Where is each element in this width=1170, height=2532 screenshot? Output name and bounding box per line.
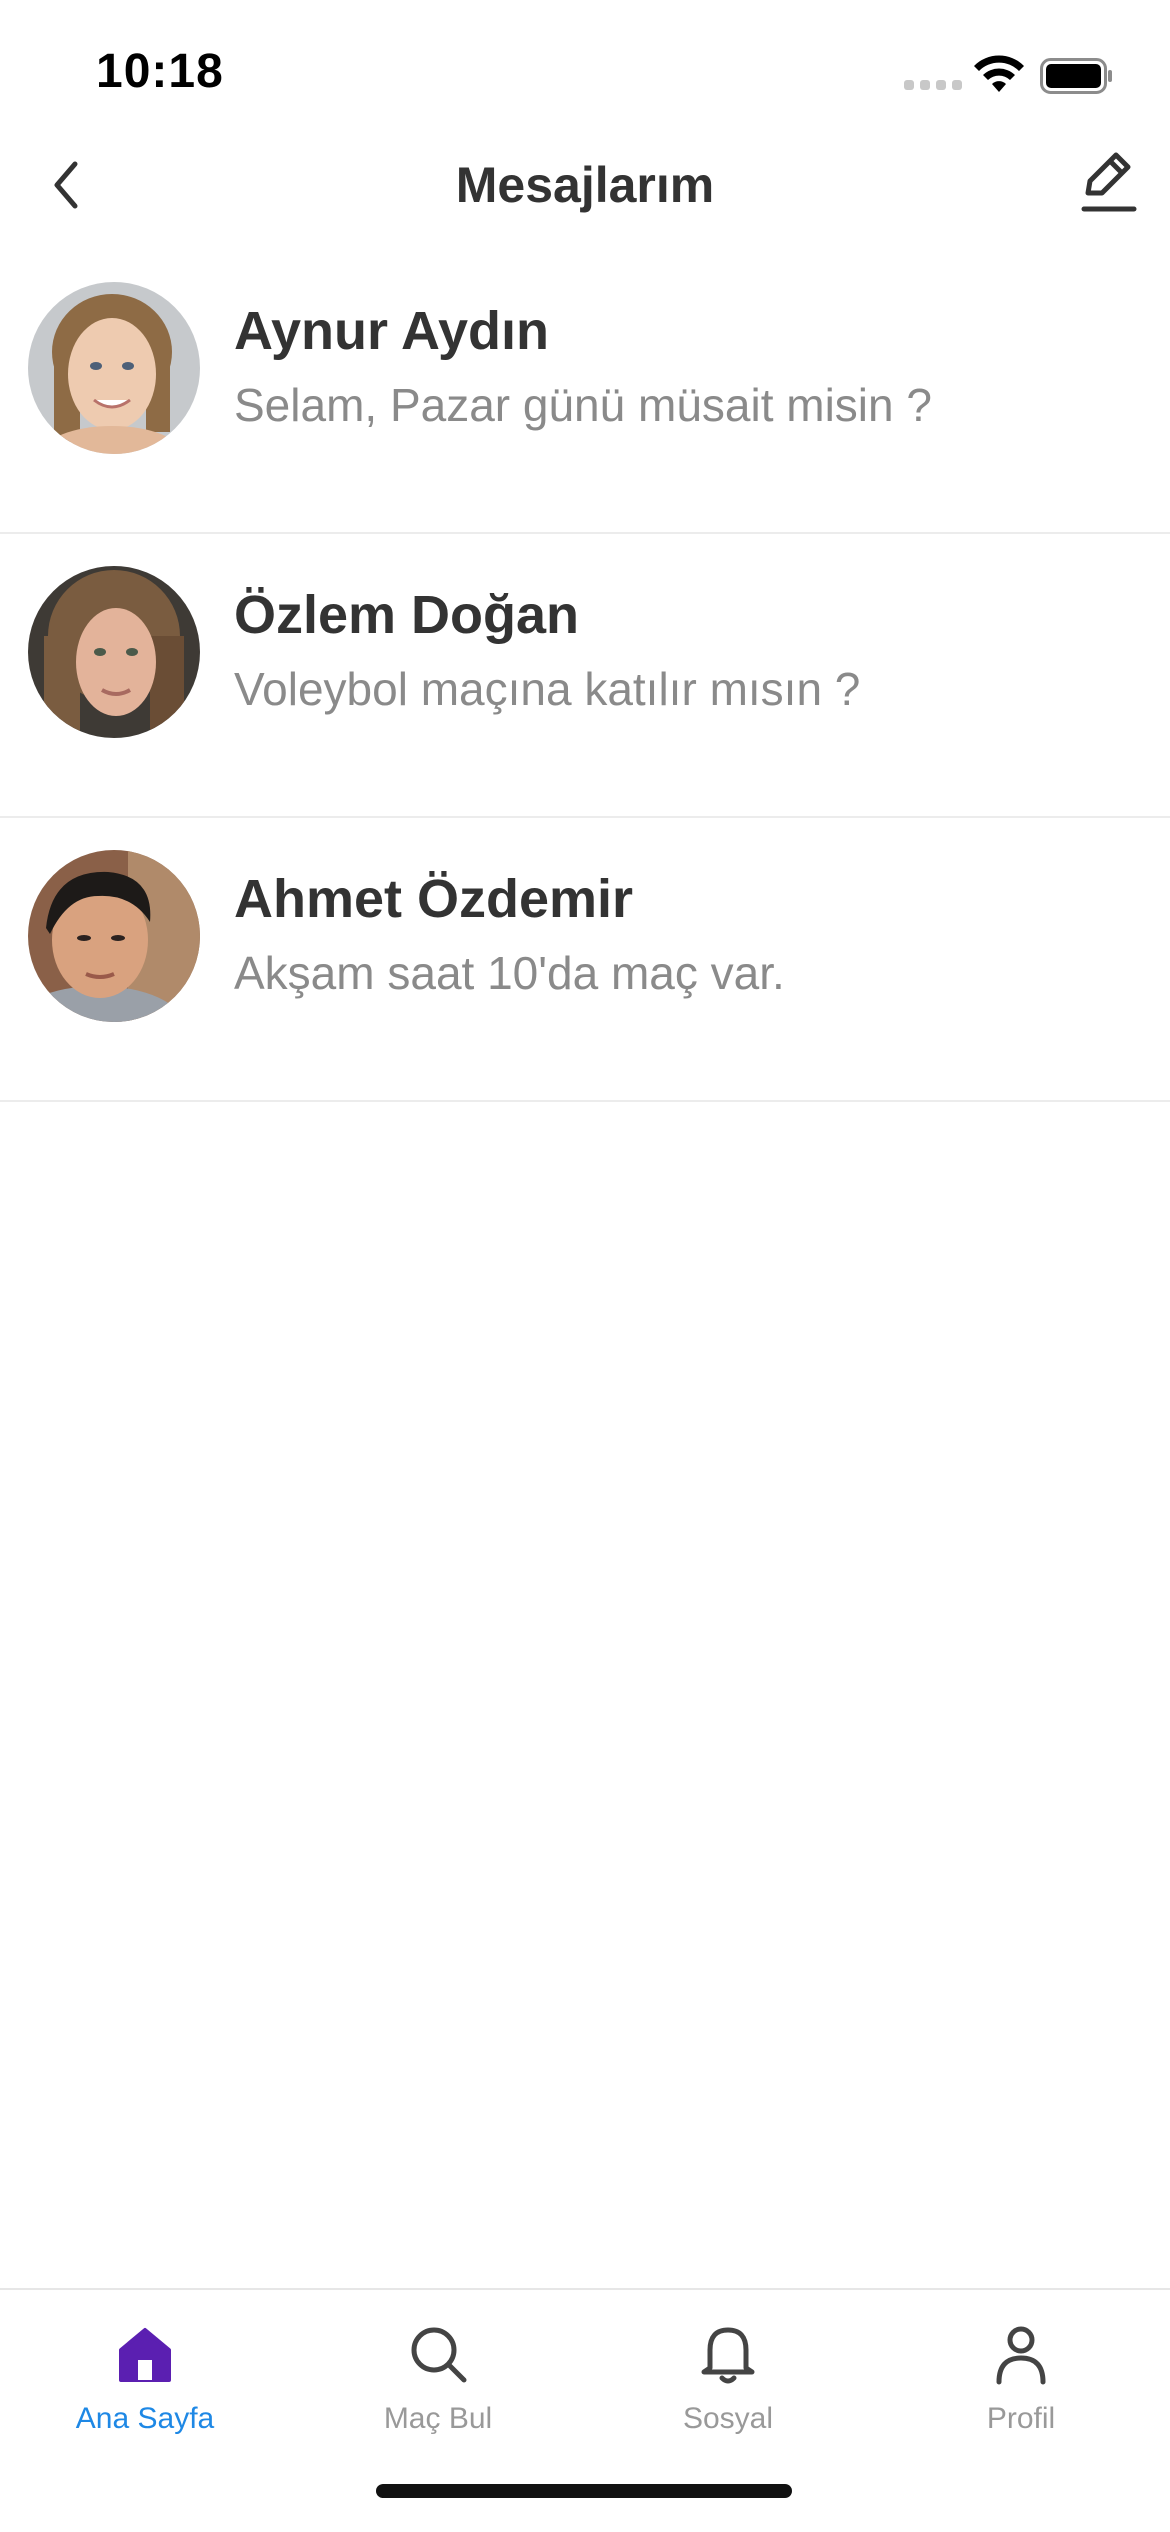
message-preview: Voleybol maçına katılır mısın ? (234, 663, 861, 715)
page-title: Mesajlarım (455, 157, 715, 213)
contact-name: Ahmet Özdemir (234, 869, 634, 929)
home-icon (119, 2328, 171, 2382)
wifi-icon (974, 55, 1024, 92)
conversation-row[interactable]: Ahmet Özdemir Akşam saat 10'da maç var. (0, 818, 1170, 1102)
tab-label: Ana Sayfa (75, 2402, 215, 2435)
signal-icon (904, 80, 962, 90)
contact-name: Özlem Doğan (234, 585, 580, 645)
avatar (28, 282, 200, 454)
status-bar: 10:18 (0, 0, 1170, 140)
home-indicator (376, 2484, 792, 2498)
tab-label: Maç Bul (383, 2402, 493, 2435)
tab-label: Profil (986, 2402, 1056, 2435)
tab-home[interactable]: Ana Sayfa (35, 2310, 255, 2460)
message-preview: Akşam saat 10'da maç var. (234, 947, 785, 999)
conversation-row[interactable]: Özlem Doğan Voleybol maçına katılır mısı… (0, 534, 1170, 818)
avatar (28, 850, 200, 1022)
bell-icon (701, 2327, 755, 2384)
pencil-icon (1081, 152, 1137, 212)
search-icon (411, 2327, 467, 2383)
person-icon (996, 2326, 1046, 2385)
conversation-row[interactable]: Aynur Aydın Selam, Pazar günü müsait mis… (0, 250, 1170, 534)
conversation-list: Aynur Aydın Selam, Pazar günü müsait mis… (0, 250, 1170, 1102)
battery-icon (1040, 58, 1112, 94)
tab-label: Sosyal (682, 2402, 774, 2435)
message-preview: Selam, Pazar günü müsait misin ? (234, 379, 932, 431)
contact-name: Aynur Aydın (234, 301, 550, 361)
tab-sosyal[interactable]: Sosyal (618, 2310, 838, 2460)
compose-button[interactable] (1070, 138, 1146, 224)
avatar (28, 566, 200, 738)
status-time: 10:18 (96, 45, 224, 98)
tab-mac-bul[interactable]: Maç Bul (328, 2310, 548, 2460)
tab-profil[interactable]: Profil (911, 2310, 1131, 2460)
header: Mesajlarım (0, 130, 1170, 240)
